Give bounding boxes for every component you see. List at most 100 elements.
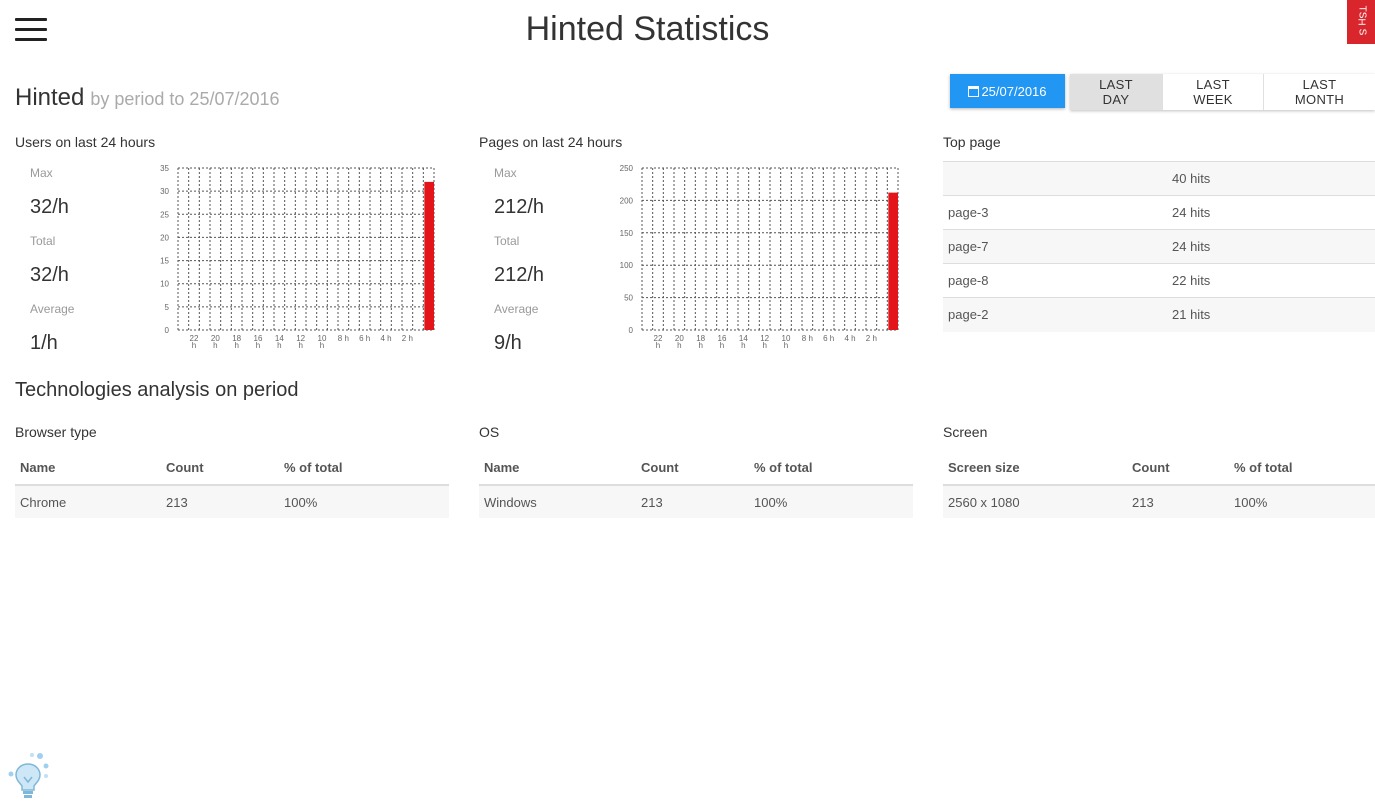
x-tick-label: 16 h (254, 334, 263, 350)
users-average-value: 1/h (30, 332, 58, 354)
last-month-button[interactable]: LAST MONTH (1263, 74, 1375, 110)
column-header: Count (161, 450, 279, 486)
y-tick-label: 100 (620, 261, 634, 270)
lightbulb-icon[interactable] (6, 752, 50, 800)
table-row[interactable]: page-2 21 hits (943, 297, 1375, 332)
pages-panel-title: Pages on last 24 hours (479, 134, 623, 150)
users-panel-title: Users on last 24 hours (15, 134, 156, 150)
brand-logo: TS H S (1347, 0, 1375, 44)
last-day-button[interactable]: LAST DAY (1070, 74, 1162, 110)
column-header: Name (479, 450, 636, 486)
x-tick-label: 4 h (380, 334, 391, 343)
pages-max-value: 212/h (494, 196, 545, 218)
last-week-button[interactable]: LAST WEEK (1162, 74, 1263, 110)
browser-table: Name Count % of total Chrome 213 100% (15, 450, 449, 518)
chart-bar[interactable] (424, 181, 434, 330)
pages-average-value: 9/h (494, 332, 522, 354)
table-row[interactable]: Chrome 213 100% (15, 485, 449, 518)
os-name: Windows (479, 485, 636, 518)
pages-hourly-chart: 0 50 100 150 200 250 22 h 20 h 18 h 16 h 14 h 12 h 10 h 8 h 6… (614, 158, 904, 353)
column-header: % of total (279, 450, 449, 486)
page-hits: 24 hits (1160, 229, 1375, 264)
page-hits: 22 hits (1160, 263, 1375, 298)
top-page-title: Top page (943, 134, 1001, 150)
y-tick-label: 200 (620, 196, 634, 205)
users-hourly-chart: 0 5 10 15 20 25 30 35 22 h 20 h 18 h 16 h 14 h 12 h 10 h 8 h 6 … (150, 158, 440, 353)
screen-count: 213 (1127, 485, 1229, 518)
users-max-label: Max (30, 166, 53, 180)
y-tick-label: 15 (160, 257, 169, 266)
y-tick-label: 50 (624, 294, 633, 303)
browser-percent: 100% (279, 485, 449, 518)
x-tick-label: 4 h (844, 334, 855, 343)
screen-size: 2560 x 1080 (943, 485, 1127, 518)
x-tick-label: 10 h (782, 334, 791, 350)
x-tick-label: 20 h (211, 334, 220, 350)
chart-bar[interactable] (888, 192, 898, 330)
column-header: Screen size (943, 450, 1127, 486)
x-tick-label: 16 h (718, 334, 727, 350)
x-tick-label: 8 h (338, 334, 349, 343)
date-picker-button[interactable]: 25/07/2016 (950, 74, 1065, 108)
users-total-value: 32/h (30, 264, 69, 286)
page-name: page-7 (943, 229, 1160, 264)
x-tick-label: 8 h (802, 334, 813, 343)
y-tick-label: 150 (620, 229, 634, 238)
chart-svg: 0 5 10 15 20 25 30 35 22 h 20 h 18 h 16 h 14 h 12 h 10 h 8 h 6 … (160, 164, 435, 350)
page-hits: 21 hits (1160, 297, 1375, 332)
x-tick-label: 2 h (866, 334, 877, 343)
table-row[interactable]: page-7 24 hits (943, 229, 1375, 264)
x-tick-label: 14 h (739, 334, 748, 350)
screen-table: Screen size Count % of total 2560 x 1080… (943, 450, 1375, 518)
technologies-heading: Technologies analysis on period (15, 379, 299, 401)
y-tick-label: 0 (629, 326, 634, 335)
browser-type-title: Browser type (15, 424, 97, 440)
browser-count: 213 (161, 485, 279, 518)
column-header: % of total (749, 450, 913, 486)
x-tick-label: 22 h (654, 334, 663, 350)
table-row[interactable]: Windows 213 100% (479, 485, 913, 518)
x-tick-label: 18 h (232, 334, 241, 350)
x-tick-label: 10 h (318, 334, 327, 350)
y-tick-label: 10 (160, 280, 169, 289)
os-table: Name Count % of total Windows 213 100% (479, 450, 913, 518)
y-tick-label: 5 (165, 303, 170, 312)
page-hits: 40 hits (1160, 161, 1375, 196)
browser-name: Chrome (15, 485, 161, 518)
table-row[interactable]: page-8 22 hits (943, 263, 1375, 298)
y-tick-label: 250 (620, 164, 634, 173)
page-title-text: Hinted (15, 84, 85, 111)
screen-percent: 100% (1229, 485, 1375, 518)
page-subtitle: by period to 25/07/2016 (90, 89, 280, 109)
pages-total-value: 212/h (494, 264, 545, 286)
users-total-label: Total (30, 234, 56, 248)
os-title: OS (479, 424, 500, 440)
calendar-icon (968, 85, 980, 97)
page-name: page-2 (943, 297, 1160, 332)
x-tick-label: 12 h (296, 334, 305, 350)
date-label: 25/07/2016 (981, 83, 1047, 99)
page-hits: 24 hits (1160, 195, 1375, 230)
x-tick-label: 2 h (402, 334, 413, 343)
y-tick-label: 20 (160, 233, 169, 242)
chart-svg: 0 50 100 150 200 250 22 h 20 h 18 h 16 h 14 h 12 h 10 h 8 h 6… (620, 164, 899, 350)
table-row[interactable]: 2560 x 1080 213 100% (943, 485, 1375, 518)
page-title: Hinted by period to 25/07/2016 (15, 84, 280, 112)
y-tick-label: 30 (160, 187, 169, 196)
x-tick-label: 22 h (190, 334, 199, 350)
os-percent: 100% (749, 485, 913, 518)
x-tick-label: 6 h (359, 334, 370, 343)
x-tick-label: 6 h (823, 334, 834, 343)
page-name: page-3 (943, 195, 1160, 230)
period-selector: LAST DAY LAST WEEK LAST MONTH (1070, 74, 1375, 110)
column-header: Count (1127, 450, 1229, 486)
table-row[interactable]: page-3 24 hits (943, 195, 1375, 230)
table-row[interactable]: 40 hits (943, 161, 1375, 196)
top-pages-table: 40 hits page-3 24 hits page-7 24 hits page… (943, 161, 1375, 332)
column-header: % of total (1229, 450, 1375, 486)
page-name: page-8 (943, 263, 1160, 298)
x-tick-label: 20 h (675, 334, 684, 350)
x-tick-label: 12 h (760, 334, 769, 350)
screen-title: Screen (943, 424, 988, 440)
column-header: Name (15, 450, 161, 486)
